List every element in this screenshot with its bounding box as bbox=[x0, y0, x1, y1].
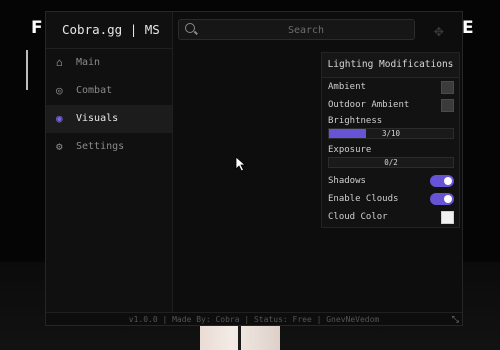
brightness-slider[interactable]: 3/10 bbox=[328, 128, 454, 139]
search-input[interactable] bbox=[199, 20, 413, 41]
ambient-label: Ambient bbox=[328, 82, 366, 92]
panel-title: Lighting Modifications bbox=[322, 53, 459, 78]
brightness-label: Brightness bbox=[328, 116, 383, 126]
enable-clouds-label: Enable Clouds bbox=[328, 194, 399, 204]
sidebar-item-combat[interactable]: ◎ Combat bbox=[46, 77, 172, 105]
exposure-slider[interactable]: 0/2 bbox=[328, 157, 454, 168]
outdoor-ambient-row: Outdoor Ambient bbox=[322, 96, 459, 114]
sidebar-item-settings[interactable]: ⚙ Settings bbox=[46, 133, 172, 161]
target-icon: ◎ bbox=[56, 84, 63, 97]
search-icon bbox=[185, 23, 195, 33]
lighting-panel: Lighting Modifications Ambient Outdoor A… bbox=[321, 52, 460, 228]
resize-icon[interactable]: ⤡ bbox=[452, 313, 459, 327]
move-icon[interactable]: ✥ bbox=[434, 21, 444, 40]
sidebar-item-label: Main bbox=[76, 57, 101, 68]
home-icon: ⌂ bbox=[56, 56, 63, 69]
shadows-label: Shadows bbox=[328, 176, 366, 186]
footer-text: v1.0.0 | Made By: Cobra | Status: Free |… bbox=[128, 315, 380, 324]
outdoor-ambient-color-swatch[interactable] bbox=[441, 99, 454, 112]
shadows-row: Shadows bbox=[322, 172, 459, 190]
sidebar-item-label: Visuals bbox=[76, 113, 119, 124]
shadows-toggle[interactable] bbox=[430, 175, 454, 187]
ambient-color-swatch[interactable] bbox=[441, 81, 454, 94]
top-bar: ✥ bbox=[172, 12, 462, 48]
exposure-value: 0/2 bbox=[384, 158, 398, 167]
menu-window: Cobra.gg | MS ⌂ Main ◎ Combat ◉ Visuals … bbox=[45, 11, 463, 326]
search-box[interactable] bbox=[178, 19, 415, 41]
outdoor-ambient-label: Outdoor Ambient bbox=[328, 100, 410, 110]
background-letter-left: F bbox=[31, 18, 43, 38]
status-footer: v1.0.0 | Made By: Cobra | Status: Free |… bbox=[46, 312, 462, 327]
eye-icon: ◉ bbox=[56, 112, 63, 125]
sidebar-item-label: Combat bbox=[76, 85, 113, 96]
background-letter-right: E bbox=[462, 18, 474, 38]
exposure-label: Exposure bbox=[328, 145, 372, 155]
sidebar-item-label: Settings bbox=[76, 141, 125, 152]
ambient-row: Ambient bbox=[322, 78, 459, 96]
sidebar: Cobra.gg | MS ⌂ Main ◎ Combat ◉ Visuals … bbox=[46, 12, 173, 312]
enable-clouds-toggle[interactable] bbox=[430, 193, 454, 205]
mouse-cursor-icon bbox=[235, 156, 247, 172]
enable-clouds-row: Enable Clouds bbox=[322, 190, 459, 208]
brightness-value: 3/10 bbox=[381, 129, 401, 138]
cloud-color-label: Cloud Color bbox=[328, 212, 388, 222]
cloud-color-row: Cloud Color bbox=[322, 208, 459, 226]
cloud-color-swatch[interactable] bbox=[441, 211, 454, 224]
background-bar bbox=[26, 50, 28, 90]
app-title: Cobra.gg | MS bbox=[46, 12, 172, 49]
gear-icon: ⚙ bbox=[56, 140, 63, 153]
sidebar-item-visuals[interactable]: ◉ Visuals bbox=[46, 105, 172, 133]
sidebar-item-main[interactable]: ⌂ Main bbox=[46, 49, 172, 77]
